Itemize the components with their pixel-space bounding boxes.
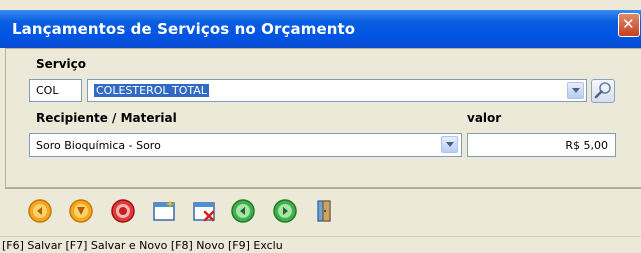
new-record-icon xyxy=(153,200,175,221)
servico-dropdown-button[interactable] xyxy=(567,82,584,99)
close-icon: ✕ xyxy=(622,15,635,33)
recipiente-label: Recipiente / Material xyxy=(36,111,177,125)
next-icon xyxy=(231,199,255,223)
status-bar: [F6] Salvar [F7] Salvar e Novo [F8] Novo… xyxy=(0,236,641,253)
first-icon xyxy=(28,199,52,223)
exit-button[interactable] xyxy=(312,198,338,224)
servico-label: Serviço xyxy=(36,57,86,71)
valor-field[interactable]: R$ 5,00 xyxy=(467,133,616,157)
dialog-window: Lançamentos de Serviços no Orçamento ✕ S… xyxy=(0,0,641,253)
next-button[interactable] xyxy=(230,198,256,224)
previous-button[interactable] xyxy=(68,198,94,224)
servico-code-value: COL xyxy=(36,84,59,97)
stop-button[interactable] xyxy=(110,198,136,224)
status-shortcuts-text: [F6] Salvar [F7] Salvar e Novo [F8] Novo… xyxy=(2,239,283,252)
valor-label: valor xyxy=(467,111,502,125)
exit-door-icon xyxy=(317,200,331,222)
search-button[interactable] xyxy=(591,79,615,103)
delete-record-button[interactable] xyxy=(191,198,217,224)
delete-record-icon xyxy=(193,202,215,222)
last-button[interactable] xyxy=(272,198,298,224)
search-icon xyxy=(594,82,611,99)
valor-value: R$ 5,00 xyxy=(565,139,608,152)
close-button[interactable]: ✕ xyxy=(618,13,640,37)
recipiente-dropdown-button[interactable] xyxy=(441,136,458,153)
recipiente-combo[interactable]: Soro Bioquímica - Soro xyxy=(29,133,462,157)
new-record-button[interactable] xyxy=(151,198,177,224)
title-bar[interactable]: Lançamentos de Serviços no Orçamento ✕ xyxy=(0,10,641,48)
recipiente-value: Soro Bioquímica - Soro xyxy=(36,139,161,152)
servico-code-field[interactable]: COL xyxy=(29,79,82,102)
window-title: Lançamentos de Serviços no Orçamento xyxy=(12,20,356,38)
last-icon xyxy=(273,199,297,223)
servico-description-combo[interactable]: COLESTEROL TOTAL xyxy=(87,79,587,102)
previous-icon xyxy=(69,199,93,223)
first-button[interactable] xyxy=(27,198,53,224)
stop-icon xyxy=(111,199,135,223)
servico-description-value: COLESTEROL TOTAL xyxy=(94,84,209,97)
toolbar-separator xyxy=(5,188,641,189)
